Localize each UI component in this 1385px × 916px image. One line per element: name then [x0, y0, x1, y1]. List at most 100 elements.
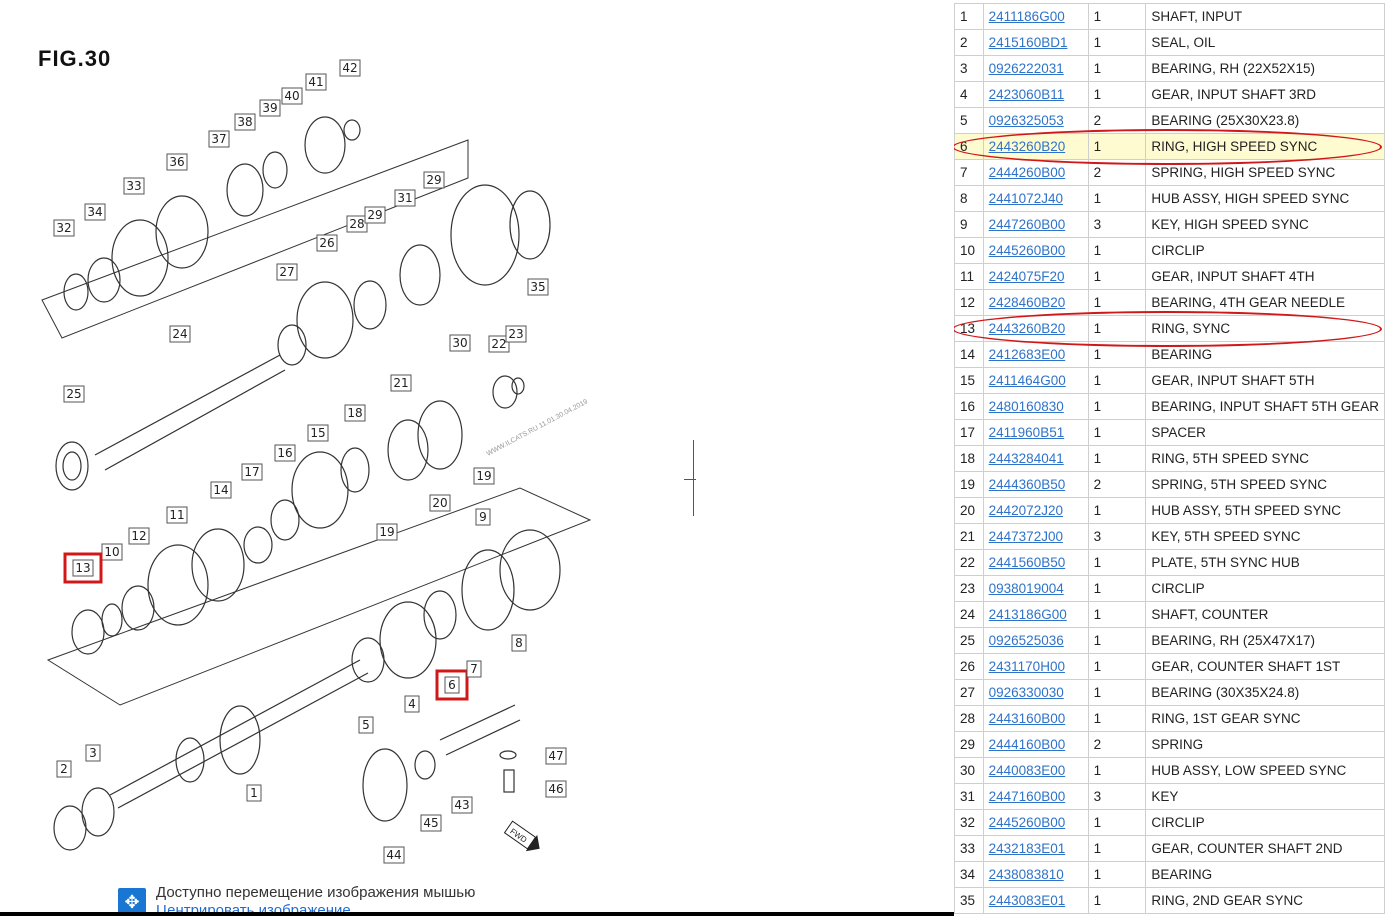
part-code-link[interactable]: 2411464G00 — [989, 373, 1066, 388]
callout-36[interactable]: 36 — [166, 153, 188, 171]
part-code-link[interactable]: 0926222031 — [989, 61, 1064, 76]
callout-24[interactable]: 24 — [169, 325, 191, 343]
callout-31[interactable]: 31 — [394, 189, 416, 207]
callout-40[interactable]: 40 — [281, 87, 303, 105]
callout-2[interactable]: 2 — [56, 760, 72, 778]
part-code-cell[interactable]: 2443160B00 — [982, 705, 1089, 732]
callout-27[interactable]: 27 — [276, 263, 298, 281]
callout-19[interactable]: 19 — [376, 523, 398, 541]
part-code-cell[interactable]: 2432183E01 — [982, 835, 1089, 862]
callout-33[interactable]: 33 — [123, 177, 145, 195]
callout-47[interactable]: 47 — [545, 747, 567, 765]
callout-29[interactable]: 29 — [364, 206, 386, 224]
callout-32[interactable]: 32 — [53, 219, 75, 237]
part-code-link[interactable]: 2444160B00 — [989, 737, 1066, 752]
callout-25[interactable]: 25 — [63, 385, 85, 403]
callout-26[interactable]: 26 — [316, 234, 338, 252]
callout-8[interactable]: 8 — [511, 634, 527, 652]
part-code-link[interactable]: 2447160B00 — [989, 789, 1066, 804]
part-code-link[interactable]: 2440083E00 — [989, 763, 1066, 778]
part-code-link[interactable]: 2445260B00 — [989, 815, 1066, 830]
callout-14[interactable]: 14 — [210, 481, 232, 499]
part-code-cell[interactable]: 2447372J00 — [982, 523, 1089, 550]
part-code-cell[interactable]: 2442072J20 — [982, 497, 1089, 524]
part-code-link[interactable]: 2447260B00 — [989, 217, 1066, 232]
part-code-cell[interactable]: 2443260B20 — [982, 315, 1089, 342]
part-code-link[interactable]: 0938019004 — [989, 581, 1064, 596]
part-code-cell[interactable]: 2480160830 — [982, 393, 1089, 420]
callout-45[interactable]: 45 — [420, 814, 442, 832]
part-code-link[interactable]: 2443160B00 — [989, 711, 1066, 726]
callout-20[interactable]: 20 — [429, 494, 451, 512]
part-code-cell[interactable]: 2415160BD1 — [982, 29, 1089, 56]
callout-37[interactable]: 37 — [208, 130, 230, 148]
part-code-cell[interactable]: 2411186G00 — [982, 3, 1089, 30]
callout-38[interactable]: 38 — [234, 113, 256, 131]
callout-29[interactable]: 29 — [423, 171, 445, 189]
part-code-cell[interactable]: 2444160B00 — [982, 731, 1089, 758]
part-code-cell[interactable]: 0938019004 — [982, 575, 1089, 602]
part-code-link[interactable]: 2447372J00 — [989, 529, 1063, 544]
callout-13[interactable]: 13 — [63, 552, 103, 584]
part-code-link[interactable]: 2443260B20 — [989, 139, 1066, 154]
callout-1[interactable]: 1 — [246, 784, 262, 802]
callout-41[interactable]: 41 — [305, 73, 327, 91]
part-code-link[interactable]: 2443260B20 — [989, 321, 1066, 336]
callout-18[interactable]: 18 — [344, 404, 366, 422]
part-code-link[interactable]: 2480160830 — [989, 399, 1064, 414]
callout-11[interactable]: 11 — [166, 506, 188, 524]
callout-6[interactable]: 6 — [435, 669, 469, 701]
part-code-link[interactable]: 2445260B00 — [989, 243, 1066, 258]
part-code-cell[interactable]: 2447260B00 — [982, 211, 1089, 238]
part-code-cell[interactable]: 2412683E00 — [982, 341, 1089, 368]
callout-3[interactable]: 3 — [85, 744, 101, 762]
part-code-cell[interactable]: 2431170H00 — [982, 653, 1089, 680]
part-code-link[interactable]: 2443284041 — [989, 451, 1064, 466]
callout-9[interactable]: 9 — [475, 508, 491, 526]
callout-19[interactable]: 19 — [473, 467, 495, 485]
part-code-cell[interactable]: 2428460B20 — [982, 289, 1089, 316]
part-code-cell[interactable]: 2447160B00 — [982, 783, 1089, 810]
callout-7[interactable]: 7 — [466, 660, 482, 678]
callout-30[interactable]: 30 — [449, 334, 471, 352]
callout-17[interactable]: 17 — [241, 463, 263, 481]
part-code-link[interactable]: 2442072J20 — [989, 503, 1063, 518]
callout-44[interactable]: 44 — [383, 846, 405, 864]
part-code-cell[interactable]: 2411464G00 — [982, 367, 1089, 394]
part-code-link[interactable]: 2441560B50 — [989, 555, 1066, 570]
part-code-cell[interactable]: 0926525036 — [982, 627, 1089, 654]
part-code-link[interactable]: 2411960B51 — [989, 425, 1065, 440]
part-code-link[interactable]: 2444260B00 — [989, 165, 1066, 180]
part-code-cell[interactable]: 2445260B00 — [982, 809, 1089, 836]
part-code-cell[interactable]: 0926222031 — [982, 55, 1089, 82]
part-code-link[interactable]: 2431170H00 — [989, 659, 1065, 674]
callout-16[interactable]: 16 — [274, 444, 296, 462]
callout-21[interactable]: 21 — [390, 374, 412, 392]
part-code-link[interactable]: 2424075F20 — [989, 269, 1065, 284]
callout-12[interactable]: 12 — [128, 527, 150, 545]
callout-4[interactable]: 4 — [404, 695, 420, 713]
part-code-link[interactable]: 0926330030 — [989, 685, 1064, 700]
part-code-cell[interactable]: 0926330030 — [982, 679, 1089, 706]
callout-42[interactable]: 42 — [339, 59, 361, 77]
callout-10[interactable]: 10 — [101, 543, 123, 561]
part-code-cell[interactable]: 2423060B11 — [982, 81, 1089, 108]
part-code-link[interactable]: 2415160BD1 — [989, 35, 1068, 50]
part-code-cell[interactable]: 2411960B51 — [982, 419, 1089, 446]
parts-diagram[interactable]: FIG.30 WWW.ILCATS.RU 11.01.30.04.2019 1 … — [0, 0, 700, 916]
callout-28[interactable]: 28 — [346, 215, 368, 233]
callout-39[interactable]: 39 — [259, 99, 281, 117]
part-code-link[interactable]: 2411186G00 — [989, 9, 1065, 24]
part-code-cell[interactable]: 2443284041 — [982, 445, 1089, 472]
part-code-link[interactable]: 2438083810 — [989, 867, 1064, 882]
part-code-cell[interactable]: 2443260B20 — [982, 133, 1089, 160]
part-code-cell[interactable]: 2441560B50 — [982, 549, 1089, 576]
part-code-cell[interactable]: 2440083E00 — [982, 757, 1089, 784]
part-code-link[interactable]: 0926525036 — [989, 633, 1064, 648]
part-code-cell[interactable]: 2413186G00 — [982, 601, 1089, 628]
part-code-cell[interactable]: 2443083E01 — [982, 887, 1089, 914]
callout-5[interactable]: 5 — [358, 716, 374, 734]
part-code-cell[interactable]: 2445260B00 — [982, 237, 1089, 264]
part-code-cell[interactable]: 2441072J40 — [982, 185, 1089, 212]
part-code-cell[interactable]: 2444260B00 — [982, 159, 1089, 186]
